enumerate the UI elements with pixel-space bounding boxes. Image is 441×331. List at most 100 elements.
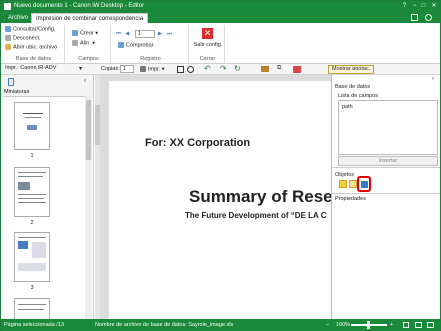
group-label: Base de datos bbox=[15, 56, 52, 62]
database-section-title: Base de datos bbox=[335, 84, 371, 90]
create-icon bbox=[72, 30, 78, 36]
database-icon bbox=[5, 26, 11, 32]
thumbnail-label: 3 bbox=[30, 285, 34, 291]
status-bar: Página seleccionada /13 Nombre de archiv… bbox=[1, 319, 440, 331]
print-button[interactable]: Impr. ▾ bbox=[140, 66, 165, 73]
group-record: ⏮ ◀ 1 ▶ ⏭ Comprobar Registro bbox=[113, 25, 189, 63]
thumbnail-page-4[interactable] bbox=[14, 298, 50, 319]
chevron-down-icon[interactable]: ▾ bbox=[79, 65, 82, 72]
exit-config-button[interactable]: Salir config. bbox=[193, 42, 223, 48]
zoom-out-button[interactable]: − bbox=[326, 319, 329, 331]
pan-tool-icon[interactable] bbox=[187, 66, 194, 73]
panel-close-icon[interactable]: ‹ bbox=[84, 78, 86, 84]
panel-expand-icon[interactable]: › bbox=[432, 76, 434, 82]
barcode-object-icon[interactable] bbox=[357, 176, 371, 192]
settings-icon[interactable] bbox=[425, 14, 432, 21]
redo-icon[interactable]: ↷ bbox=[220, 64, 227, 73]
thumbnail-scrollbar[interactable] bbox=[85, 96, 92, 319]
thumbnail-label: 1 bbox=[30, 153, 34, 159]
ribbon: Consultar/Config. Desconect. Abrir ubic.… bbox=[1, 23, 440, 64]
printer-icon bbox=[140, 66, 146, 72]
database-file-status: Nombre de archivo de base de datos: Sayr… bbox=[95, 322, 234, 328]
create-field-button[interactable]: Crear ▾ bbox=[72, 30, 98, 37]
zoom-slider-thumb[interactable] bbox=[367, 321, 370, 329]
print-toolbar: Impr.: Canon iR-ADV ▾ Copias: 1 Impr. ▾ … bbox=[1, 64, 440, 75]
undo-icon[interactable]: ↶ bbox=[204, 64, 211, 73]
close-button[interactable]: ✕ bbox=[429, 2, 439, 11]
disconnect-button[interactable]: Desconect. bbox=[5, 35, 41, 42]
record-number-input[interactable]: 1 bbox=[135, 30, 155, 38]
insert-button[interactable]: Insertar bbox=[338, 156, 438, 166]
thumbnail-panel-title: Miniaturas bbox=[4, 89, 30, 95]
maximize-button[interactable]: □ bbox=[419, 2, 428, 11]
thumbnail-page-1[interactable] bbox=[14, 102, 50, 150]
ribbon-tab-bar: Archivo Impresión de combinar correspond… bbox=[1, 12, 440, 23]
copies-label: Copias: bbox=[101, 66, 120, 72]
thumbnail-page-3[interactable] bbox=[14, 232, 50, 282]
objects-section-title: Objetos bbox=[335, 172, 354, 178]
scrollbar-thumb[interactable] bbox=[95, 105, 100, 145]
document-canvas[interactable]: For: XX Corporation Summary of Rese The … bbox=[95, 75, 331, 319]
select-tool-icon[interactable] bbox=[177, 66, 184, 73]
first-record-icon[interactable]: ⏮ bbox=[116, 31, 121, 38]
thumbnail-tab-icon[interactable] bbox=[8, 78, 14, 86]
thumbnail-panel: ‹ Miniaturas 1 2 3 bbox=[1, 75, 94, 319]
group-database: Consultar/Config. Desconect. Abrir ubic.… bbox=[3, 25, 65, 63]
fit-width-icon[interactable] bbox=[415, 322, 422, 328]
minimize-button[interactable]: − bbox=[410, 2, 419, 11]
selected-page-status: Página seleccionada /13 bbox=[4, 322, 64, 328]
link-icon[interactable]: ⧉ bbox=[277, 65, 281, 72]
show-annotations-button[interactable]: Mostrar anotac. bbox=[328, 65, 375, 74]
align-icon bbox=[72, 40, 78, 46]
document-title: Summary of Rese bbox=[189, 187, 331, 206]
stamp-icon[interactable] bbox=[293, 66, 301, 73]
pin-icon[interactable] bbox=[411, 14, 418, 21]
zoom-in-button[interactable]: + bbox=[390, 319, 393, 331]
exit-config-icon[interactable]: ✕ bbox=[202, 28, 213, 39]
doc-scrollbar[interactable] bbox=[95, 75, 100, 319]
group-close: ✕ Salir config. Cerrar bbox=[191, 25, 225, 63]
ruler-icon[interactable] bbox=[261, 66, 269, 72]
divider bbox=[332, 193, 440, 194]
title-bar: Nuevo documento 1 - Canon iW Desktop - E… bbox=[1, 1, 440, 12]
group-fields: Crear ▾ Alin. ▾ Campos bbox=[67, 25, 111, 63]
tab-mail-merge[interactable]: Impresión de combinar correspondencia bbox=[31, 13, 149, 23]
printer-select[interactable]: Impr.: Canon iR-ADV bbox=[3, 65, 73, 73]
prev-record-icon[interactable]: ◀ bbox=[125, 31, 129, 38]
copies-input[interactable]: 1 bbox=[120, 65, 134, 73]
consult-config-button[interactable]: Consultar/Config. bbox=[5, 26, 56, 33]
field-list-title: Lista de campos bbox=[338, 93, 379, 99]
recipient-line: For: XX Corporation bbox=[145, 137, 251, 149]
divider bbox=[332, 167, 440, 168]
two-page-icon[interactable] bbox=[427, 322, 434, 328]
field-list[interactable]: path bbox=[338, 100, 438, 155]
zoom-level: 100% bbox=[336, 322, 351, 328]
properties-section-title: Propiedades bbox=[335, 196, 366, 202]
app-logo-icon bbox=[4, 3, 11, 10]
next-record-icon[interactable]: ▶ bbox=[158, 31, 162, 38]
help-button[interactable]: ? bbox=[400, 2, 409, 11]
editor-window: Nuevo documento 1 - Canon iW Desktop - E… bbox=[0, 0, 441, 331]
align-field-button[interactable]: Alin. ▾ bbox=[72, 40, 95, 47]
last-record-icon[interactable]: ⏭ bbox=[167, 31, 172, 38]
window-title: Nuevo documento 1 - Canon iW Desktop - E… bbox=[14, 3, 145, 9]
field-item-path[interactable]: path bbox=[342, 104, 353, 110]
group-label: Registro bbox=[140, 56, 161, 62]
open-location-button[interactable]: Abrir ubic. archivo bbox=[5, 44, 57, 51]
text-object-icon[interactable] bbox=[339, 180, 347, 188]
fit-page-icon[interactable] bbox=[403, 322, 409, 328]
document-page[interactable]: For: XX Corporation Summary of Rese The … bbox=[109, 81, 331, 319]
disconnect-icon bbox=[5, 35, 11, 41]
group-label: Campos bbox=[78, 56, 99, 62]
document-subtitle: The Future Development of “DE LA C bbox=[185, 211, 327, 220]
rotate-icon[interactable]: ↻ bbox=[234, 64, 241, 73]
image-object-icon[interactable] bbox=[349, 180, 357, 188]
check-button[interactable]: Comprobar bbox=[118, 42, 154, 49]
thumbnail-label: 2 bbox=[30, 220, 34, 226]
group-label: Cerrar bbox=[199, 56, 216, 62]
properties-panel: › Base de datos Lista de campos path Ins… bbox=[331, 75, 440, 319]
tab-file[interactable]: Archivo bbox=[4, 13, 32, 23]
thumbnail-page-2[interactable] bbox=[14, 167, 50, 217]
scrollbar-thumb[interactable] bbox=[86, 100, 91, 160]
folder-icon bbox=[5, 44, 11, 50]
